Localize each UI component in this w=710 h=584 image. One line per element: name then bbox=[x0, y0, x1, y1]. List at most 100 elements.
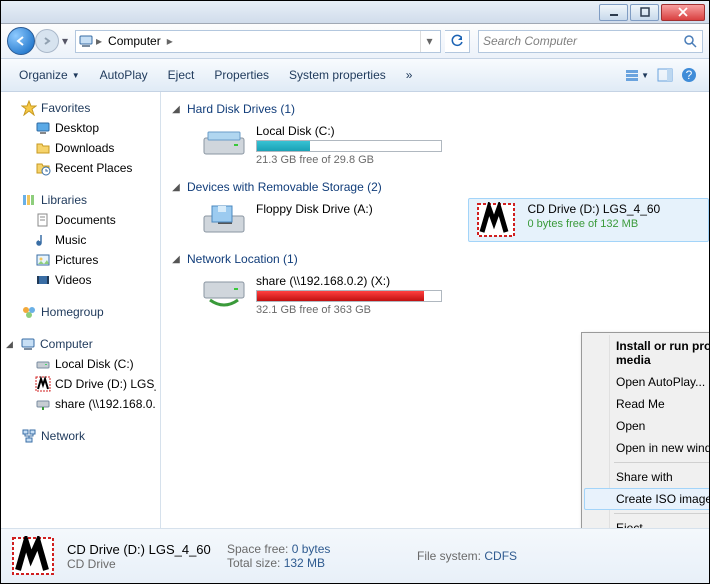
floppy-drive-icon bbox=[200, 202, 248, 238]
breadcrumb-sep[interactable]: ▸ bbox=[94, 34, 104, 48]
sidebar-item-recent[interactable]: Recent Places bbox=[5, 158, 156, 178]
breadcrumb-sep[interactable]: ▸ bbox=[165, 34, 175, 48]
drive-name: Floppy Disk Drive (A:) bbox=[256, 202, 434, 216]
computer-header[interactable]: ◢Computer bbox=[5, 334, 156, 354]
star-icon bbox=[21, 100, 37, 116]
category-removable[interactable]: ◢Devices with Removable Storage (2) bbox=[161, 176, 709, 198]
search-icon bbox=[682, 33, 698, 49]
command-bar: Organize▼ AutoPlay Eject Properties Syst… bbox=[1, 59, 709, 92]
favorites-header[interactable]: Favorites bbox=[5, 98, 156, 118]
ctx-share-with[interactable]: Share with▶ bbox=[584, 466, 709, 488]
drive-share-x[interactable]: share (\\192.168.0.2) (X:) 32.1 GB free … bbox=[196, 270, 446, 320]
libraries-icon bbox=[21, 192, 37, 208]
system-properties-button[interactable]: System properties bbox=[279, 64, 396, 86]
titlebar bbox=[1, 1, 709, 24]
computer-icon bbox=[78, 33, 94, 49]
nav-bar: ▾ ▸ Computer ▸ ▾ Search Computer bbox=[1, 24, 709, 59]
drive-free-text: 32.1 GB free of 363 GB bbox=[256, 304, 442, 316]
network-header[interactable]: Network bbox=[5, 426, 156, 446]
sidebar-item-localdisk[interactable]: Local Disk (C:) bbox=[5, 354, 156, 374]
eject-button[interactable]: Eject bbox=[158, 64, 205, 86]
details-title: CD Drive (D:) LGS_4_60 bbox=[67, 542, 217, 557]
disk-icon bbox=[35, 356, 51, 372]
svg-text:?: ? bbox=[686, 68, 693, 82]
recent-icon bbox=[35, 160, 51, 176]
maximize-button[interactable] bbox=[630, 4, 659, 21]
details-filesystem: CDFS bbox=[484, 549, 517, 563]
context-menu: Install or run program from your media O… bbox=[581, 332, 709, 528]
app-icon bbox=[35, 376, 51, 392]
sidebar-item-desktop[interactable]: Desktop bbox=[5, 118, 156, 138]
minimize-button[interactable] bbox=[599, 4, 628, 21]
history-dropdown[interactable]: ▾ bbox=[59, 27, 71, 55]
sidebar-item-cddrive[interactable]: CD Drive (D:) LGS_4_… bbox=[5, 374, 156, 394]
details-total-size: 132 MB bbox=[284, 556, 325, 570]
network-drive-icon bbox=[35, 396, 51, 412]
music-icon bbox=[35, 232, 51, 248]
ctx-install-run[interactable]: Install or run program from your media bbox=[584, 335, 709, 371]
ctx-open-new-window[interactable]: Open in new window bbox=[584, 437, 709, 459]
sidebar-item-videos[interactable]: Videos bbox=[5, 270, 156, 290]
forward-button[interactable] bbox=[35, 29, 59, 53]
homegroup-header[interactable]: Homegroup bbox=[5, 302, 156, 322]
drive-name: share (\\192.168.0.2) (X:) bbox=[256, 274, 442, 288]
search-placeholder: Search Computer bbox=[483, 34, 682, 48]
view-options-button[interactable]: ▼ bbox=[621, 66, 653, 84]
hdd-icon bbox=[200, 124, 248, 160]
app-icon bbox=[9, 536, 57, 576]
close-button[interactable] bbox=[661, 4, 705, 21]
toolbar-overflow[interactable]: » bbox=[396, 64, 423, 86]
category-hdd[interactable]: ◢Hard Disk Drives (1) bbox=[161, 98, 709, 120]
autoplay-button[interactable]: AutoPlay bbox=[90, 64, 158, 86]
search-input[interactable]: Search Computer bbox=[478, 30, 703, 53]
ctx-create-iso[interactable]: Create ISO image bbox=[584, 488, 709, 510]
sidebar-item-music[interactable]: Music bbox=[5, 230, 156, 250]
documents-icon bbox=[35, 212, 51, 228]
navigation-pane: Favorites Desktop Downloads Recent Place… bbox=[1, 92, 161, 528]
nav-back-forward: ▾ bbox=[7, 27, 71, 55]
homegroup-icon bbox=[21, 304, 37, 320]
help-button[interactable]: ? bbox=[677, 65, 701, 85]
details-space-free: 0 bytes bbox=[292, 542, 331, 556]
computer-icon bbox=[20, 336, 36, 352]
sidebar-item-pictures[interactable]: Pictures bbox=[5, 250, 156, 270]
ctx-open[interactable]: Open bbox=[584, 415, 709, 437]
drive-floppy-a[interactable]: Floppy Disk Drive (A:) bbox=[196, 198, 438, 242]
refresh-button[interactable] bbox=[445, 30, 470, 53]
details-subtitle: CD Drive bbox=[67, 557, 217, 571]
details-pane: CD Drive (D:) LGS_4_60 CD Drive Space fr… bbox=[1, 528, 709, 583]
organize-menu[interactable]: Organize▼ bbox=[9, 64, 90, 86]
drive-name: Local Disk (C:) bbox=[256, 124, 442, 138]
category-network[interactable]: ◢Network Location (1) bbox=[161, 248, 709, 270]
preview-pane-button[interactable] bbox=[653, 66, 677, 84]
ctx-eject[interactable]: Eject bbox=[584, 517, 709, 528]
address-bar[interactable]: ▸ Computer ▸ ▾ bbox=[75, 30, 441, 53]
drive-cd-d[interactable]: CD Drive (D:) LGS_4_60 0 bytes free of 1… bbox=[468, 198, 710, 242]
folder-icon bbox=[35, 140, 51, 156]
drive-free-text: 0 bytes free of 132 MB bbox=[528, 218, 706, 230]
properties-button[interactable]: Properties bbox=[204, 64, 279, 86]
network-icon bbox=[21, 428, 37, 444]
content-area: ◢Hard Disk Drives (1) Local Disk (C:) 21… bbox=[161, 92, 709, 528]
ctx-open-autoplay[interactable]: Open AutoPlay... bbox=[584, 371, 709, 393]
drive-name: CD Drive (D:) LGS_4_60 bbox=[528, 202, 706, 216]
network-drive-icon bbox=[200, 274, 248, 310]
breadcrumb-computer[interactable]: Computer bbox=[104, 34, 165, 48]
videos-icon bbox=[35, 272, 51, 288]
usage-bar bbox=[256, 290, 442, 302]
usage-bar bbox=[256, 140, 442, 152]
sidebar-item-downloads[interactable]: Downloads bbox=[5, 138, 156, 158]
drive-free-text: 21.3 GB free of 29.8 GB bbox=[256, 154, 442, 166]
drive-local-c[interactable]: Local Disk (C:) 21.3 GB free of 29.8 GB bbox=[196, 120, 446, 170]
back-button[interactable] bbox=[7, 27, 35, 55]
ctx-separator bbox=[614, 462, 709, 463]
app-icon bbox=[472, 202, 520, 238]
ctx-separator bbox=[614, 513, 709, 514]
desktop-icon bbox=[35, 120, 51, 136]
sidebar-item-documents[interactable]: Documents bbox=[5, 210, 156, 230]
pictures-icon bbox=[35, 252, 51, 268]
address-dropdown[interactable]: ▾ bbox=[420, 31, 438, 52]
libraries-header[interactable]: Libraries bbox=[5, 190, 156, 210]
ctx-readme[interactable]: Read Me bbox=[584, 393, 709, 415]
sidebar-item-share[interactable]: share (\\192.168.0.2) bbox=[5, 394, 156, 414]
